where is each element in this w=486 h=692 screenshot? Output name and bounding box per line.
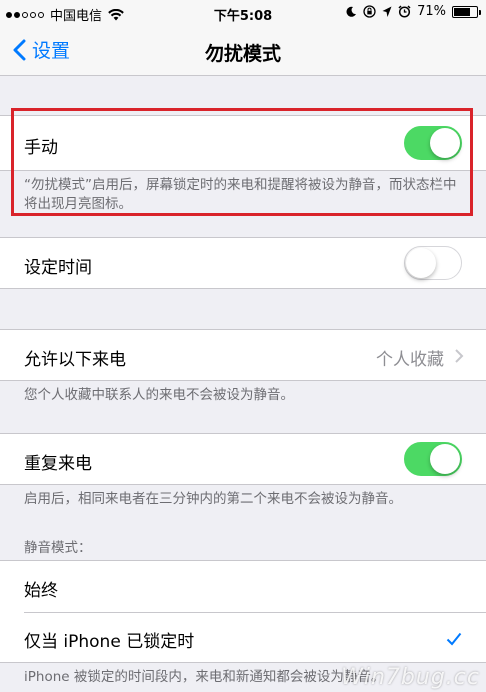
highlight-box	[11, 108, 473, 216]
repeated-calls-label: 重复来电	[24, 454, 92, 474]
rotation-lock-icon	[363, 5, 376, 18]
checkmark-icon	[446, 632, 462, 646]
scheduled-toggle[interactable]	[404, 246, 462, 280]
battery-icon	[452, 5, 481, 18]
location-icon	[382, 6, 392, 17]
repeated-calls-row: 重复来电	[0, 433, 486, 485]
chevron-right-icon	[455, 349, 464, 363]
repeated-calls-footer: 启用后，相同来电者在三分钟内的第二个来电不会被设为静音。	[24, 491, 402, 507]
scheduled-row: 设定时间	[0, 237, 486, 289]
scheduled-label: 设定时间	[24, 258, 92, 278]
status-bar: 中国电信 下午5:08 71%	[0, 0, 486, 26]
moon-icon	[346, 6, 357, 17]
silence-option-locked[interactable]: 仅当 iPhone 已锁定时	[0, 613, 486, 663]
allow-calls-row[interactable]: 允许以下来电 个人收藏	[0, 329, 486, 381]
watermark: Win7bug.cc	[341, 665, 480, 690]
page-title: 勿扰模式	[204, 43, 281, 65]
battery-percent: 71%	[417, 4, 446, 19]
silence-group: 始终 仅当 iPhone 已锁定时	[0, 560, 486, 663]
navigation-bar: 设置 勿扰模式	[0, 26, 486, 76]
alarm-icon	[398, 5, 411, 18]
silence-option-label: 仅当 iPhone 已锁定时	[24, 632, 195, 652]
allow-calls-label: 允许以下来电	[24, 350, 126, 370]
allow-calls-footer: 您个人收藏中联系人的来电不会被设为静音。	[24, 387, 294, 403]
silence-option-label: 始终	[24, 581, 58, 601]
silence-header: 静音模式：	[24, 540, 92, 556]
repeated-calls-toggle[interactable]	[404, 442, 462, 476]
status-right: 71%	[345, 4, 481, 19]
allow-calls-value: 个人收藏	[376, 350, 444, 370]
silence-option-always[interactable]: 始终	[0, 561, 486, 612]
